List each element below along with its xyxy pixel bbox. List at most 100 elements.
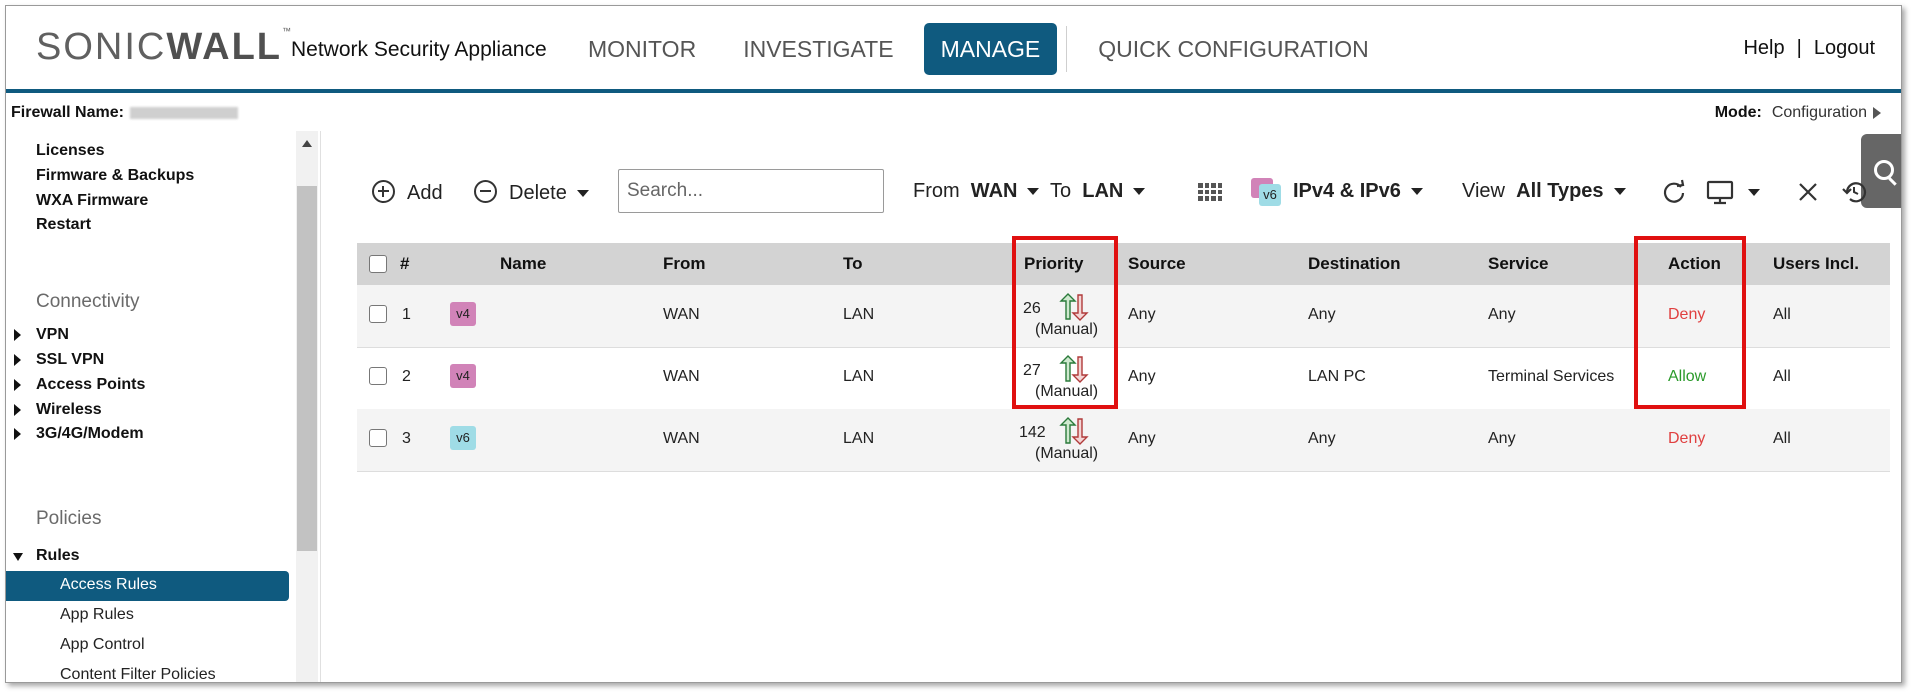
chevron-down-icon	[1133, 188, 1146, 196]
sidebar-item-vpn[interactable]: VPN	[36, 326, 69, 344]
sidebar-item-rules[interactable]: Rules	[36, 547, 80, 565]
sidebar: Licenses Firmware & Backups WXA Firmware…	[6, 131, 321, 682]
refresh-icon[interactable]	[1660, 178, 1688, 206]
column-header-users-incl[interactable]: Users Incl.	[1773, 254, 1859, 274]
rule-destination: Any	[1308, 306, 1336, 323]
mode-indicator[interactable]: Mode: Configuration	[1715, 104, 1881, 122]
expand-arrow-icon[interactable]	[14, 329, 21, 341]
rule-users: All	[1773, 430, 1791, 447]
close-icon[interactable]	[1794, 178, 1822, 206]
rule-destination: LAN PC	[1308, 368, 1366, 385]
display-icon[interactable]	[1706, 178, 1736, 206]
sidebar-item-firmware-backups[interactable]: Firmware & Backups	[36, 167, 194, 185]
row-checkbox[interactable]	[369, 367, 387, 385]
sidebar-scrollbar[interactable]	[296, 131, 318, 682]
delete-button[interactable]: Delete	[474, 180, 589, 205]
app-name: Network Security Appliance	[291, 38, 547, 61]
expand-arrow-icon[interactable]	[14, 404, 21, 416]
firewall-name: Firewall Name:	[11, 104, 238, 122]
chevron-down-icon	[1027, 188, 1040, 196]
nav-quick-configuration[interactable]: QUICK CONFIGURATION	[1081, 23, 1385, 75]
sidebar-item-access-points[interactable]: Access Points	[36, 376, 145, 394]
rules-toolbar: Add Delete From WAN To LAN v6 IPv4 & IPv…	[366, 166, 1896, 216]
column-header-service[interactable]: Service	[1488, 254, 1549, 274]
column-header-source[interactable]: Source	[1128, 254, 1186, 274]
history-icon[interactable]	[1840, 178, 1868, 206]
top-links: Help | Logout	[1743, 37, 1875, 60]
sidebar-item-app-control[interactable]: App Control	[60, 636, 145, 654]
column-header-name[interactable]: Name	[500, 254, 546, 274]
column-header-destination[interactable]: Destination	[1308, 254, 1401, 274]
rule-to: LAN	[843, 368, 875, 385]
priority-column-highlight	[1012, 236, 1118, 409]
chevron-down-icon[interactable]	[1748, 189, 1760, 196]
scrollbar-thumb[interactable]	[297, 186, 317, 551]
row-checkbox[interactable]	[369, 305, 387, 323]
ipv4-badge: v4	[450, 364, 476, 388]
minus-icon	[474, 180, 497, 203]
firewall-name-value-blurred	[129, 106, 238, 119]
rule-source: Any	[1128, 306, 1156, 323]
top-bar: SONICWALL™ Network Security Appliance MO…	[6, 6, 1901, 93]
to-zone-select[interactable]: To LAN	[1050, 180, 1146, 203]
nav-divider	[1066, 26, 1068, 72]
rule-service: Terminal Services	[1488, 368, 1615, 385]
collapse-arrow-icon[interactable]	[13, 553, 23, 561]
priority-arrows-icon[interactable]	[1059, 417, 1091, 445]
rule-from: WAN	[663, 306, 700, 323]
ipv6-badge: v6	[450, 426, 476, 450]
view-type-select[interactable]: View All Types	[1462, 180, 1626, 203]
rule-users: All	[1773, 368, 1791, 385]
sidebar-item-wireless[interactable]: Wireless	[36, 401, 102, 419]
sidebar-item-licenses[interactable]: Licenses	[36, 142, 104, 160]
nav-investigate[interactable]: INVESTIGATE	[726, 23, 910, 75]
help-link[interactable]: Help	[1743, 37, 1784, 59]
rule-service: Any	[1488, 430, 1516, 447]
expand-arrow-icon[interactable]	[14, 379, 21, 391]
chevron-down-icon	[1613, 188, 1626, 196]
add-button[interactable]: Add	[372, 180, 443, 205]
sidebar-item-app-rules[interactable]: App Rules	[60, 606, 134, 624]
nav-manage[interactable]: MANAGE	[923, 23, 1058, 75]
sidebar-item-restart[interactable]: Restart	[36, 216, 91, 234]
search-input[interactable]	[618, 169, 884, 213]
nav-monitor[interactable]: MONITOR	[571, 23, 713, 75]
column-header-to[interactable]: To	[843, 254, 863, 274]
column-header-from[interactable]: From	[663, 254, 706, 274]
grid-view-icon[interactable]	[1198, 183, 1222, 201]
rule-to: LAN	[843, 306, 875, 323]
sidebar-item-access-rules[interactable]: Access Rules	[6, 571, 289, 601]
expand-arrow-icon[interactable]	[14, 428, 21, 440]
ipv4-badge: v4	[450, 302, 476, 326]
chevron-down-icon	[1410, 188, 1423, 196]
rule-source: Any	[1128, 368, 1156, 385]
rule-from: WAN	[663, 430, 700, 447]
action-column-highlight	[1634, 236, 1746, 409]
sidebar-category-policies: Policies	[36, 508, 102, 529]
select-all-checkbox[interactable]	[369, 255, 387, 273]
column-header-number[interactable]: #	[400, 254, 409, 274]
sonicwall-logo: SONICWALL™	[36, 26, 291, 68]
rule-number: 3	[402, 430, 411, 447]
scroll-up-icon[interactable]	[302, 140, 312, 147]
play-icon	[1873, 106, 1881, 119]
rule-action: Deny	[1668, 430, 1706, 447]
row-checkbox[interactable]	[369, 429, 387, 447]
table-row[interactable]: 3 v6 WAN LAN 142 (Manual) Any Any Any De…	[357, 409, 1890, 472]
app-window: SONICWALL™ Network Security Appliance MO…	[5, 5, 1902, 683]
sidebar-item-ssl-vpn[interactable]: SSL VPN	[36, 351, 104, 369]
expand-arrow-icon[interactable]	[14, 354, 21, 366]
rule-source: Any	[1128, 430, 1156, 447]
ip-version-icon: v6	[1251, 178, 1281, 206]
sidebar-item-wxa-firmware[interactable]: WXA Firmware	[36, 192, 148, 210]
sidebar-item-3g-4g-modem[interactable]: 3G/4G/Modem	[36, 425, 144, 443]
add-icon	[372, 180, 395, 203]
chevron-down-icon	[576, 190, 589, 198]
main-nav: MONITOR INVESTIGATE MANAGE QUICK CONFIGU…	[571, 23, 1399, 75]
logout-link[interactable]: Logout	[1814, 37, 1875, 59]
from-zone-select[interactable]: From WAN	[913, 180, 1040, 203]
sidebar-item-content-filter-policies[interactable]: Content Filter Policies	[60, 666, 216, 682]
ip-version-select[interactable]: IPv4 & IPv6	[1293, 180, 1423, 203]
rule-service: Any	[1488, 306, 1516, 323]
rule-destination: Any	[1308, 430, 1336, 447]
